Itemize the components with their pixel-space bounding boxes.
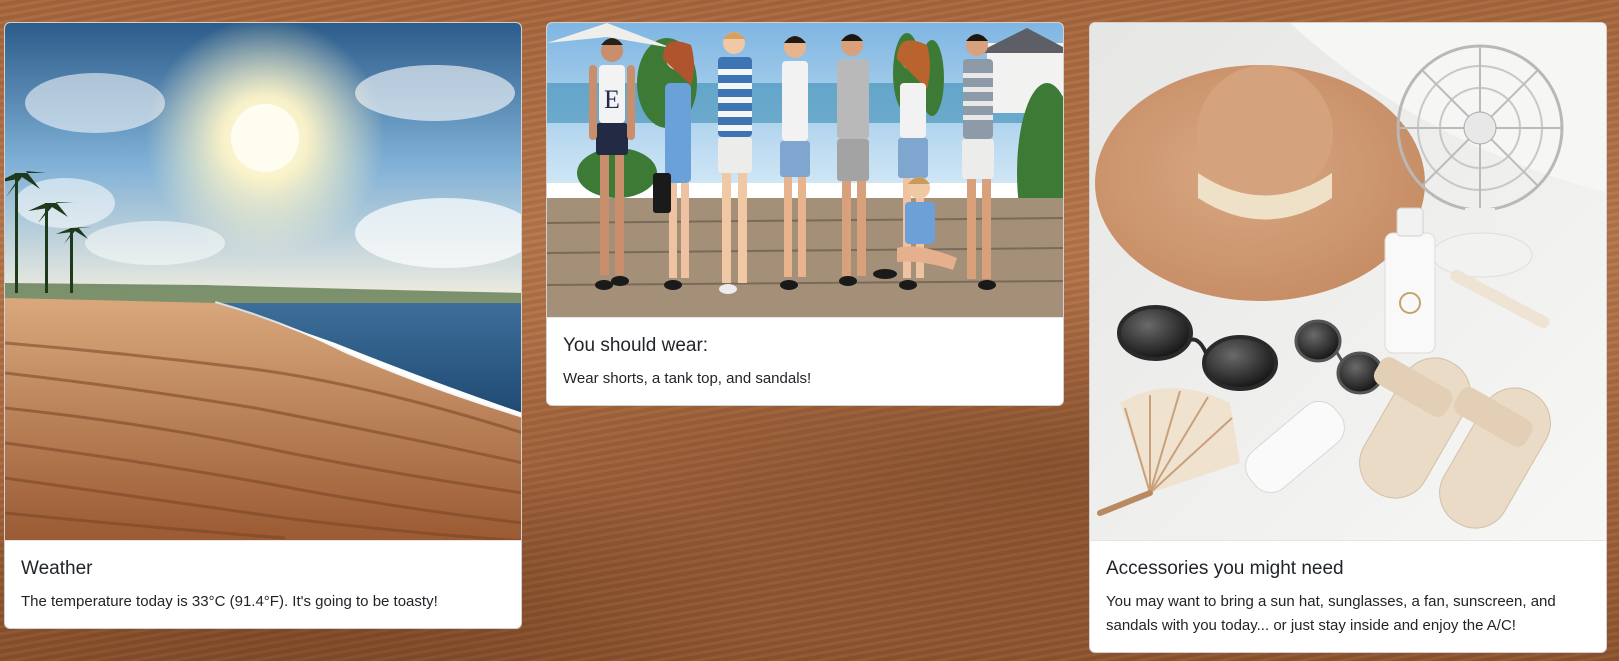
- accessories-description: You may want to bring a sun hat, sunglas…: [1106, 592, 1556, 634]
- summer-outfits-image: E: [547, 23, 1063, 318]
- accessories-card: Accessories you might need You may want …: [1089, 22, 1607, 653]
- accessories-illustration: [1090, 23, 1606, 540]
- outfits-illustration: E: [547, 23, 1063, 317]
- outfit-card-body: You should wear: Wear shorts, a tank top…: [547, 318, 1063, 405]
- beach-illustration: [5, 23, 521, 540]
- sun-hat-icon: [1095, 65, 1425, 301]
- weather-description: The temperature today is 33°C (91.4°F). …: [21, 592, 438, 610]
- summer-accessories-image: [1090, 23, 1606, 541]
- outfit-title: You should wear:: [563, 335, 709, 356]
- weather-card: Weather The temperature today is 33°C (9…: [4, 22, 522, 629]
- accessories-title: Accessories you might need: [1106, 558, 1344, 579]
- accessories-card-body: Accessories you might need You may want …: [1090, 541, 1606, 652]
- outfit-description: Wear shorts, a tank top, and sandals!: [563, 369, 812, 387]
- sunny-beach-image: [5, 23, 521, 541]
- outfit-card: E You should wear: Wear shorts, a tank t…: [546, 22, 1064, 406]
- weather-card-body: Weather The temperature today is 33°C (9…: [5, 541, 521, 628]
- shirt-letter: E: [604, 85, 620, 114]
- weather-title: Weather: [21, 558, 93, 579]
